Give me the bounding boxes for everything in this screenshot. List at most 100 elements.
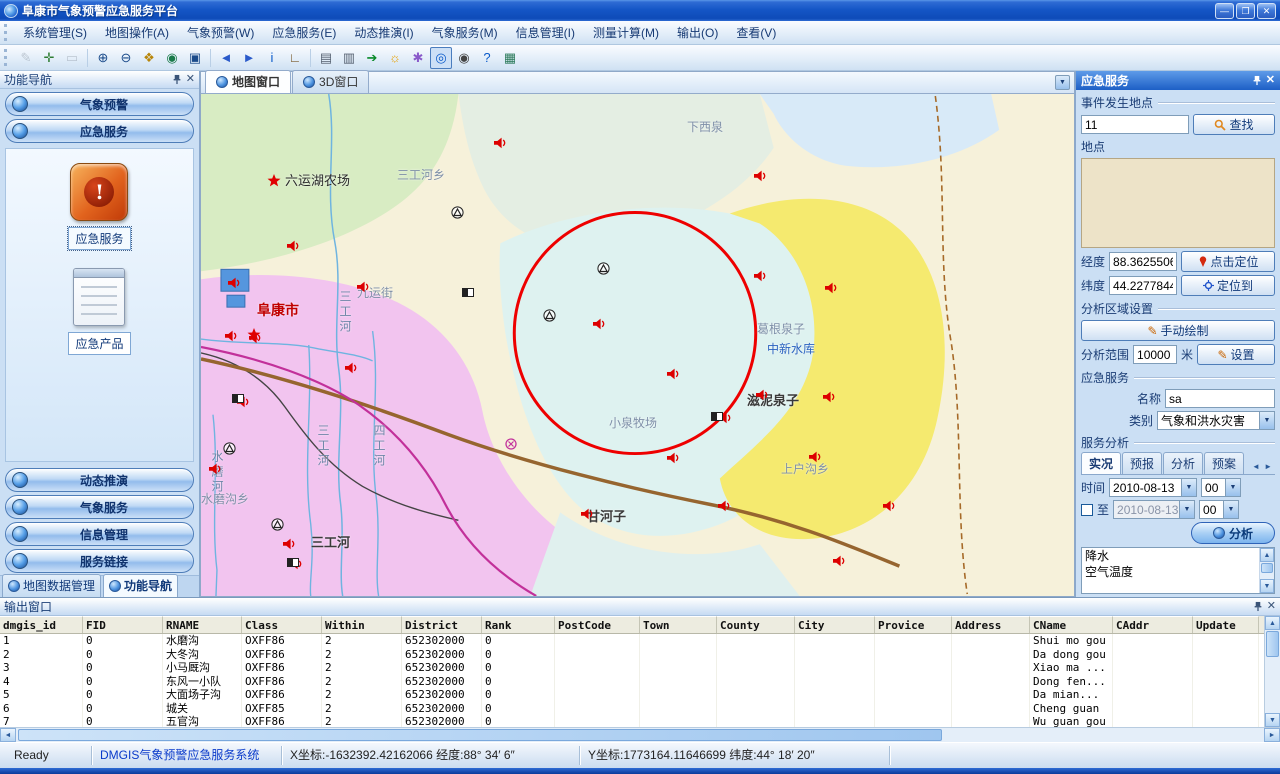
column-header-update[interactable]: Update	[1193, 616, 1259, 633]
previous-view-tool-icon[interactable]: ◄	[215, 47, 237, 69]
start-date-select[interactable]: 2010-08-13 ▼	[1109, 478, 1197, 497]
scroll-track[interactable]	[1260, 562, 1274, 579]
scroll-left-icon[interactable]: ◄	[0, 728, 16, 742]
vertical-scrollbar[interactable]: ▲ ▼	[1264, 616, 1280, 727]
settings-tool-icon[interactable]: ✱	[407, 47, 429, 69]
service-type-select[interactable]: 气象和洪水灾害 ▼	[1157, 411, 1275, 430]
locate-to-button[interactable]: 定位到	[1181, 275, 1275, 296]
scroll-thumb[interactable]	[18, 729, 942, 741]
nav-button-weather-warning[interactable]: 气象预警	[5, 92, 194, 116]
analysis-tab-plan[interactable]: 预案	[1204, 452, 1244, 474]
nav-item-emergency-service[interactable]: !应急服务	[68, 163, 130, 250]
dropdown-arrow-icon[interactable]: ▼	[1181, 479, 1196, 496]
table-row[interactable]: 10水磨沟OXFF8626523020000Shui mo gou	[0, 634, 1264, 648]
table-row[interactable]: 50大面场子沟OXFF8626523020000Da mian...	[0, 688, 1264, 702]
end-time-checkbox[interactable]	[1081, 504, 1093, 516]
nav-button-emergency-service[interactable]: 应急服务	[5, 119, 194, 143]
map-tab-3d-window[interactable]: 3D窗口	[292, 70, 369, 93]
scroll-track[interactable]	[16, 728, 1264, 742]
column-header-city[interactable]: City	[795, 616, 875, 633]
pan-tool-icon[interactable]: ❖	[138, 47, 160, 69]
close-button[interactable]: ✕	[1257, 3, 1276, 19]
menu-weather-service[interactable]: 气象服务(M)	[423, 20, 507, 45]
menu-dynamic-deduction[interactable]: 动态推演(I)	[345, 20, 422, 45]
horizontal-scrollbar[interactable]: ◄ ►	[0, 727, 1280, 742]
dropdown-arrow-icon[interactable]: ▼	[1223, 501, 1238, 518]
pin-icon[interactable]	[172, 74, 182, 85]
zoom-in-tool-icon[interactable]: ⊕	[92, 47, 114, 69]
column-header-fid[interactable]: FID	[83, 616, 163, 633]
scroll-down-icon[interactable]: ▼	[1265, 713, 1280, 727]
analysis-tab-analysis[interactable]: 分析	[1163, 452, 1203, 474]
column-header-rank[interactable]: Rank	[482, 616, 555, 633]
table-row[interactable]: 40东风一小队OXFF8626523020000Dong fen...	[0, 675, 1264, 689]
scroll-right-icon[interactable]: ►	[1264, 728, 1280, 742]
minimize-button[interactable]: —	[1215, 3, 1234, 19]
analysis-tab-forecast[interactable]: 预报	[1122, 452, 1162, 474]
column-header-provice[interactable]: Provice	[875, 616, 952, 633]
menu-map-ops[interactable]: 地图操作(A)	[96, 20, 178, 45]
scroll-up-icon[interactable]: ▲	[1265, 616, 1280, 630]
column-header-within[interactable]: Within	[322, 616, 402, 633]
draw-tool-icon[interactable]: ✎	[15, 47, 37, 69]
layers-tool-icon[interactable]: ▤	[315, 47, 337, 69]
nav-item-emergency-product[interactable]: 应急产品	[68, 268, 130, 355]
menu-emergency-service[interactable]: 应急服务(E)	[263, 20, 345, 45]
nav-button-dynamic-deduction[interactable]: 动态推演	[5, 468, 194, 492]
place-list[interactable]	[1081, 158, 1275, 248]
menu-view[interactable]: 查看(V)	[727, 20, 785, 45]
column-header-class[interactable]: Class	[242, 616, 322, 633]
panel-tab-map-data-management[interactable]: 地图数据管理	[2, 574, 101, 597]
next-view-tool-icon[interactable]: ►	[238, 47, 260, 69]
close-icon[interactable]: ✕	[186, 74, 195, 85]
full-extent-tool-icon[interactable]: ◉	[161, 47, 183, 69]
column-header-postcode[interactable]: PostCode	[555, 616, 640, 633]
column-header-rname[interactable]: RNAME	[163, 616, 242, 633]
dropdown-arrow-icon[interactable]: ▼	[1179, 501, 1194, 518]
menu-measure-calc[interactable]: 测量计算(M)	[584, 20, 668, 45]
analysis-tab-live[interactable]: 实况	[1081, 452, 1121, 474]
column-header-county[interactable]: County	[717, 616, 795, 633]
export-tool-icon[interactable]: ▦	[499, 47, 521, 69]
menu-system[interactable]: 系统管理(S)	[14, 20, 96, 45]
dropdown-arrow-icon[interactable]: ▼	[1225, 479, 1240, 496]
eye-tool-icon[interactable]: ◉	[453, 47, 475, 69]
column-header-district[interactable]: District	[402, 616, 482, 633]
manual-draw-button[interactable]: ✎ 手动绘制	[1081, 320, 1275, 341]
map-canvas[interactable]: 下西泉六运湖农场三工河乡九运街阜康市葛根泉子中新水库滋泥泉子小泉牧场上户沟乡甘河…	[201, 94, 1074, 596]
pin-icon[interactable]	[1253, 601, 1263, 612]
table-row[interactable]: 30小马厩沟OXFF8626523020000Xiao ma ...	[0, 661, 1264, 675]
column-header-town[interactable]: Town	[640, 616, 717, 633]
marquee-tool-icon[interactable]: ▭	[61, 47, 83, 69]
list-scrollbar[interactable]: ▲ ▼	[1259, 548, 1274, 593]
column-header-dmgis_id[interactable]: dmgis_id	[0, 616, 83, 633]
table-row[interactable]: 60城关OXFF8526523020000Cheng guan	[0, 702, 1264, 716]
analysis-tab-scroll[interactable]: ◄ ►	[1250, 462, 1275, 474]
menu-output[interactable]: 输出(O)	[668, 20, 727, 45]
list-item[interactable]: 空气温度	[1082, 564, 1259, 580]
range-input[interactable]	[1133, 345, 1177, 364]
service-name-input[interactable]	[1165, 389, 1275, 408]
column-header-address[interactable]: Address	[952, 616, 1030, 633]
dropdown-arrow-icon[interactable]: ▼	[1259, 412, 1274, 429]
select-tool-icon[interactable]: ✛	[38, 47, 60, 69]
globe-service-tool-icon[interactable]: ◎	[430, 47, 452, 69]
menu-info-management[interactable]: 信息管理(I)	[507, 20, 584, 45]
click-locate-button[interactable]: 点击定位	[1181, 251, 1275, 272]
map-tab-map-window[interactable]: 地图窗口	[205, 70, 291, 93]
longitude-input[interactable]	[1109, 252, 1177, 271]
scroll-track[interactable]	[1265, 630, 1280, 713]
scroll-thumb[interactable]	[1266, 631, 1279, 657]
end-date-select[interactable]: 2010-08-13 ▼	[1113, 500, 1195, 519]
restore-button[interactable]: ❐	[1236, 3, 1255, 19]
set-range-button[interactable]: ✎ 设置	[1197, 344, 1275, 365]
table-row[interactable]: 20大冬沟OXFF8626523020000Da dong gou	[0, 648, 1264, 662]
help-tool-icon[interactable]: ?	[476, 47, 498, 69]
measure-tool-icon[interactable]: ∟	[284, 47, 306, 69]
scroll-thumb[interactable]	[1261, 563, 1273, 573]
scroll-down-icon[interactable]: ▼	[1260, 579, 1274, 593]
nav-button-info-management[interactable]: 信息管理	[5, 522, 194, 546]
start-hour-select[interactable]: 00 ▼	[1201, 478, 1241, 497]
zoom-window-tool-icon[interactable]: ▣	[184, 47, 206, 69]
nav-button-service-links[interactable]: 服务链接	[5, 549, 194, 573]
